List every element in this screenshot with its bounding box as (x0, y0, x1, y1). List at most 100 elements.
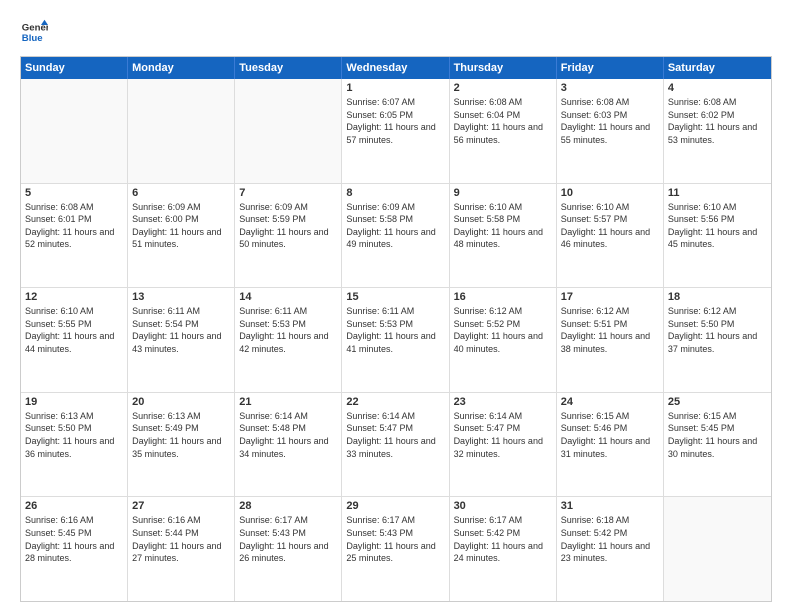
cell-info: Sunrise: 6:11 AMSunset: 5:53 PMDaylight:… (239, 305, 337, 355)
calendar-cell: 13 Sunrise: 6:11 AMSunset: 5:54 PMDayligh… (128, 288, 235, 392)
cell-info: Sunrise: 6:10 AMSunset: 5:55 PMDaylight:… (25, 305, 123, 355)
cell-info: Sunrise: 6:12 AMSunset: 5:50 PMDaylight:… (668, 305, 767, 355)
logo-icon: General Blue (20, 18, 48, 46)
day-number: 18 (668, 291, 767, 303)
calendar-cell: 9 Sunrise: 6:10 AMSunset: 5:58 PMDaylight… (450, 184, 557, 288)
cell-info: Sunrise: 6:11 AMSunset: 5:54 PMDaylight:… (132, 305, 230, 355)
day-number: 13 (132, 291, 230, 303)
cell-info: Sunrise: 6:16 AMSunset: 5:45 PMDaylight:… (25, 514, 123, 564)
cell-info: Sunrise: 6:16 AMSunset: 5:44 PMDaylight:… (132, 514, 230, 564)
calendar-cell (128, 79, 235, 183)
cell-info: Sunrise: 6:09 AMSunset: 6:00 PMDaylight:… (132, 201, 230, 251)
day-number: 2 (454, 82, 552, 94)
day-number: 10 (561, 187, 659, 199)
calendar-cell: 5 Sunrise: 6:08 AMSunset: 6:01 PMDaylight… (21, 184, 128, 288)
cell-info: Sunrise: 6:15 AMSunset: 5:45 PMDaylight:… (668, 410, 767, 460)
calendar-cell: 25 Sunrise: 6:15 AMSunset: 5:45 PMDayligh… (664, 393, 771, 497)
cell-info: Sunrise: 6:08 AMSunset: 6:01 PMDaylight:… (25, 201, 123, 251)
day-number: 31 (561, 500, 659, 512)
calendar-cell: 23 Sunrise: 6:14 AMSunset: 5:47 PMDayligh… (450, 393, 557, 497)
cell-info: Sunrise: 6:09 AMSunset: 5:58 PMDaylight:… (346, 201, 444, 251)
day-number: 27 (132, 500, 230, 512)
calendar-cell: 18 Sunrise: 6:12 AMSunset: 5:50 PMDayligh… (664, 288, 771, 392)
calendar-cell: 16Sunrise: 6:12 AMSunset: 5:52 PMDayligh… (450, 288, 557, 392)
day-number: 21 (239, 396, 337, 408)
day-number: 8 (346, 187, 444, 199)
calendar-cell: 15 Sunrise: 6:11 AMSunset: 5:53 PMDayligh… (342, 288, 449, 392)
calendar-cell: 6 Sunrise: 6:09 AMSunset: 6:00 PMDaylight… (128, 184, 235, 288)
cell-info: Sunrise: 6:08 AMSunset: 6:03 PMDaylight:… (561, 96, 659, 146)
calendar-cell: 24Sunrise: 6:15 AMSunset: 5:46 PMDayligh… (557, 393, 664, 497)
calendar-header-cell: Sunday (21, 57, 128, 79)
day-number: 19 (25, 396, 123, 408)
calendar-week: 12 Sunrise: 6:10 AMSunset: 5:55 PMDayligh… (21, 288, 771, 393)
calendar-header-cell: Thursday (450, 57, 557, 79)
day-number: 23 (454, 396, 552, 408)
cell-info: Sunrise: 6:14 AMSunset: 5:47 PMDaylight:… (346, 410, 444, 460)
calendar-cell: 11 Sunrise: 6:10 AMSunset: 5:56 PMDayligh… (664, 184, 771, 288)
day-number: 30 (454, 500, 552, 512)
day-number: 12 (25, 291, 123, 303)
calendar-week: 19 Sunrise: 6:13 AMSunset: 5:50 PMDayligh… (21, 393, 771, 498)
cell-info: Sunrise: 6:12 AMSunset: 5:52 PMDaylight:… (454, 305, 552, 355)
calendar-week: 26 Sunrise: 6:16 AMSunset: 5:45 PMDayligh… (21, 497, 771, 601)
calendar-header-cell: Saturday (664, 57, 771, 79)
calendar-week: 5 Sunrise: 6:08 AMSunset: 6:01 PMDaylight… (21, 184, 771, 289)
day-number: 24 (561, 396, 659, 408)
calendar-header-row: SundayMondayTuesdayWednesdayThursdayFrid… (21, 57, 771, 79)
calendar-cell (235, 79, 342, 183)
calendar-cell (21, 79, 128, 183)
calendar-cell: 8 Sunrise: 6:09 AMSunset: 5:58 PMDaylight… (342, 184, 449, 288)
day-number: 11 (668, 187, 767, 199)
day-number: 26 (25, 500, 123, 512)
calendar-cell: 14 Sunrise: 6:11 AMSunset: 5:53 PMDayligh… (235, 288, 342, 392)
calendar-cell: 29Sunrise: 6:17 AMSunset: 5:43 PMDayligh… (342, 497, 449, 601)
cell-info: Sunrise: 6:08 AMSunset: 6:04 PMDaylight:… (454, 96, 552, 146)
svg-text:Blue: Blue (22, 33, 43, 44)
cell-info: Sunrise: 6:14 AMSunset: 5:47 PMDaylight:… (454, 410, 552, 460)
day-number: 6 (132, 187, 230, 199)
cell-info: Sunrise: 6:08 AMSunset: 6:02 PMDaylight:… (668, 96, 767, 146)
day-number: 25 (668, 396, 767, 408)
calendar-cell: 17Sunrise: 6:12 AMSunset: 5:51 PMDayligh… (557, 288, 664, 392)
cell-info: Sunrise: 6:13 AMSunset: 5:49 PMDaylight:… (132, 410, 230, 460)
calendar-body: 1Sunrise: 6:07 AMSunset: 6:05 PMDaylight… (21, 79, 771, 601)
calendar-cell: 28 Sunrise: 6:17 AMSunset: 5:43 PMDayligh… (235, 497, 342, 601)
day-number: 22 (346, 396, 444, 408)
cell-info: Sunrise: 6:11 AMSunset: 5:53 PMDaylight:… (346, 305, 444, 355)
calendar-cell: 31 Sunrise: 6:18 AMSunset: 5:42 PMDayligh… (557, 497, 664, 601)
calendar-cell: 10 Sunrise: 6:10 AMSunset: 5:57 PMDayligh… (557, 184, 664, 288)
calendar-cell: 19 Sunrise: 6:13 AMSunset: 5:50 PMDayligh… (21, 393, 128, 497)
header: General Blue (20, 18, 772, 46)
calendar-cell: 22 Sunrise: 6:14 AMSunset: 5:47 PMDayligh… (342, 393, 449, 497)
logo: General Blue (20, 18, 48, 46)
cell-info: Sunrise: 6:14 AMSunset: 5:48 PMDaylight:… (239, 410, 337, 460)
cell-info: Sunrise: 6:17 AMSunset: 5:43 PMDaylight:… (239, 514, 337, 564)
cell-info: Sunrise: 6:17 AMSunset: 5:42 PMDaylight:… (454, 514, 552, 564)
cell-info: Sunrise: 6:10 AMSunset: 5:56 PMDaylight:… (668, 201, 767, 251)
day-number: 29 (346, 500, 444, 512)
calendar: SundayMondayTuesdayWednesdayThursdayFrid… (20, 56, 772, 602)
calendar-cell: 20 Sunrise: 6:13 AMSunset: 5:49 PMDayligh… (128, 393, 235, 497)
cell-info: Sunrise: 6:13 AMSunset: 5:50 PMDaylight:… (25, 410, 123, 460)
day-number: 15 (346, 291, 444, 303)
calendar-week: 1Sunrise: 6:07 AMSunset: 6:05 PMDaylight… (21, 79, 771, 184)
cell-info: Sunrise: 6:09 AMSunset: 5:59 PMDaylight:… (239, 201, 337, 251)
cell-info: Sunrise: 6:10 AMSunset: 5:57 PMDaylight:… (561, 201, 659, 251)
day-number: 20 (132, 396, 230, 408)
cell-info: Sunrise: 6:07 AMSunset: 6:05 PMDaylight:… (346, 96, 444, 146)
day-number: 5 (25, 187, 123, 199)
day-number: 14 (239, 291, 337, 303)
calendar-cell: 4Sunrise: 6:08 AMSunset: 6:02 PMDaylight… (664, 79, 771, 183)
calendar-cell: 2 Sunrise: 6:08 AMSunset: 6:04 PMDaylight… (450, 79, 557, 183)
calendar-cell: 3 Sunrise: 6:08 AMSunset: 6:03 PMDaylight… (557, 79, 664, 183)
calendar-header-cell: Monday (128, 57, 235, 79)
day-number: 9 (454, 187, 552, 199)
calendar-cell: 30 Sunrise: 6:17 AMSunset: 5:42 PMDayligh… (450, 497, 557, 601)
calendar-cell: 21 Sunrise: 6:14 AMSunset: 5:48 PMDayligh… (235, 393, 342, 497)
cell-info: Sunrise: 6:10 AMSunset: 5:58 PMDaylight:… (454, 201, 552, 251)
day-number: 3 (561, 82, 659, 94)
calendar-header-cell: Wednesday (342, 57, 449, 79)
cell-info: Sunrise: 6:18 AMSunset: 5:42 PMDaylight:… (561, 514, 659, 564)
day-number: 28 (239, 500, 337, 512)
